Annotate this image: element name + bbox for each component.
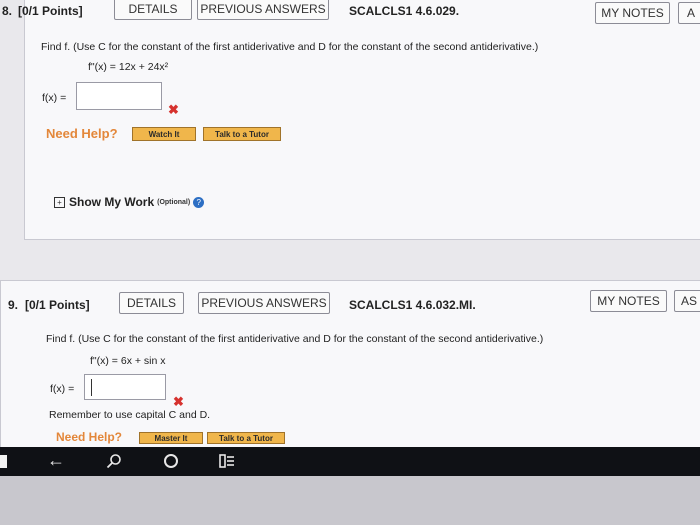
- q9-reminder: Remember to use capital C and D.: [49, 409, 211, 421]
- q9-ask-button[interactable]: AS: [674, 290, 700, 312]
- show-my-work-label: Show My Work: [69, 195, 155, 209]
- q8-previous-answers-button[interactable]: PREVIOUS ANSWERS: [197, 0, 329, 20]
- q8-number: 8.: [2, 4, 13, 18]
- q8-need-help-label: Need Help?: [46, 126, 118, 141]
- q8-talk-to-tutor-button[interactable]: Talk to a Tutor: [203, 127, 281, 141]
- q9-equation: f"(x) = 6x + sin x: [90, 355, 166, 367]
- q9-number: 9.: [8, 298, 19, 312]
- q8-my-notes-button[interactable]: MY NOTES: [595, 2, 670, 24]
- q8-show-my-work[interactable]: + Show My Work (Optional) ?: [54, 195, 205, 209]
- q8-equation: f"(x) = 12x + 24x²: [88, 61, 169, 73]
- q9-prompt: Find f. (Use C for the constant of the f…: [46, 333, 544, 345]
- help-info-icon[interactable]: ?: [193, 196, 205, 208]
- q9-my-notes-button[interactable]: MY NOTES: [590, 290, 667, 312]
- q8-points: [0/1 Points]: [18, 4, 83, 18]
- optional-label: (Optional): [157, 198, 191, 206]
- taskbar: ←: [0, 447, 700, 476]
- q8-code: SCALCLS1 4.6.029.: [349, 4, 460, 18]
- back-arrow-icon[interactable]: ←: [47, 450, 65, 471]
- q9-points: [0/1 Points]: [25, 298, 90, 312]
- q9-previous-answers-button[interactable]: PREVIOUS ANSWERS: [198, 292, 330, 314]
- taskbar-accent: [0, 455, 7, 468]
- q8-prompt: Find f. (Use C for the constant of the f…: [41, 41, 539, 53]
- task-view-icon[interactable]: [219, 453, 235, 474]
- search-icon[interactable]: [106, 453, 122, 474]
- q9-master-it-button[interactable]: Master It: [139, 432, 203, 444]
- q9-talk-to-tutor-button[interactable]: Talk to a Tutor: [207, 432, 285, 444]
- q8-details-button[interactable]: DETAILS: [114, 0, 192, 20]
- text-cursor: [91, 379, 92, 396]
- q9-need-help-label: Need Help?: [56, 430, 123, 444]
- q9-incorrect-icon: ✖: [173, 394, 184, 409]
- q9-code: SCALCLS1 4.6.032.MI.: [349, 298, 476, 312]
- q9-details-button[interactable]: DETAILS: [119, 292, 184, 314]
- q8-answer-input[interactable]: [76, 82, 162, 110]
- q9-answer-label: f(x) =: [50, 383, 75, 395]
- q9-answer-input[interactable]: [84, 374, 166, 400]
- expand-icon: +: [54, 196, 65, 208]
- home-circle-icon[interactable]: [163, 453, 179, 474]
- q8-watch-it-button[interactable]: Watch It: [132, 127, 196, 141]
- q8-incorrect-icon: ✖: [168, 102, 179, 117]
- screen-bezel: [0, 476, 700, 525]
- q8-answer-label: f(x) =: [42, 92, 67, 104]
- q8-ask-button[interactable]: A: [678, 2, 700, 24]
